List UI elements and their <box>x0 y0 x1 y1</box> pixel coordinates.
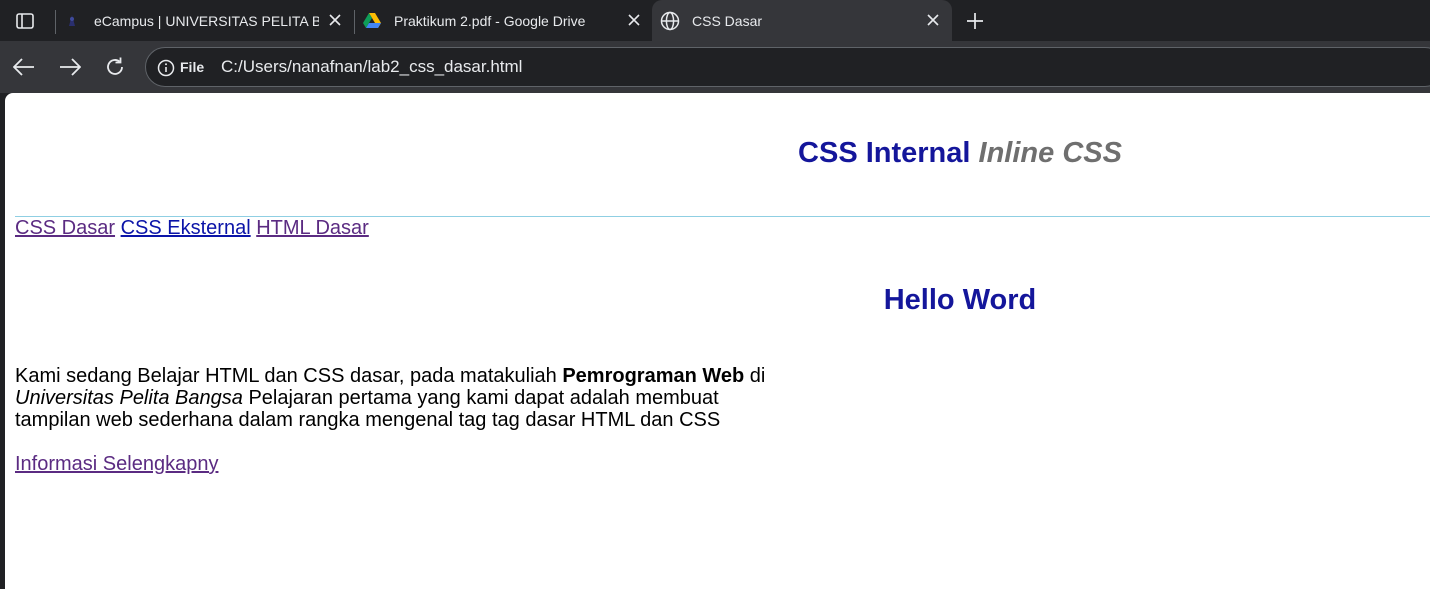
link-css-dasar[interactable]: CSS Dasar <box>15 217 115 239</box>
tab-title: CSS Dasar <box>692 12 763 29</box>
page-viewport: CSS Internal Inline CSS CSS Dasar CSS Ek… <box>5 93 1430 589</box>
link-css-eksternal[interactable]: CSS Eksternal <box>121 217 251 239</box>
new-tab-plus-icon[interactable] <box>962 8 988 34</box>
back-arrow-icon[interactable] <box>11 54 37 80</box>
google-drive-icon <box>362 11 382 31</box>
heading-inline-css: Inline CSS <box>978 137 1122 169</box>
hello-heading: Hello Word <box>883 284 1037 316</box>
page-title: CSS Internal Inline CSS <box>5 137 1430 170</box>
tab-separator <box>55 10 56 34</box>
tab-ecampus[interactable]: eCampus | UNIVERSITAS PELITA B <box>62 0 352 41</box>
tab-title: eCampus | UNIVERSITAS PELITA B <box>94 12 319 29</box>
intro-paragraph: Kami sedang Belajar HTML dan CSS dasar, … <box>15 365 775 431</box>
globe-icon <box>660 11 680 31</box>
link-html-dasar[interactable]: HTML Dasar <box>256 217 369 239</box>
ecampus-favicon <box>62 11 82 31</box>
university-name: Universitas Pelita Bangsa <box>15 387 243 409</box>
more-info-link[interactable]: Informasi Selengkapny <box>15 453 218 476</box>
paragraph-text: di <box>744 365 766 387</box>
heading-css-internal: CSS Internal <box>798 137 971 169</box>
browser-toolbar: File C:/Users/nanafnan/lab2_css_dasar.ht… <box>0 41 1430 93</box>
tab-css-dasar[interactable]: CSS Dasar <box>652 0 952 41</box>
paragraph-text: Kami sedang Belajar HTML dan CSS dasar, … <box>15 365 563 387</box>
close-tab-icon[interactable] <box>624 10 644 30</box>
tab-google-drive[interactable]: Praktikum 2.pdf - Google Drive <box>362 0 652 41</box>
tab-separator <box>354 10 355 34</box>
url-text[interactable]: C:/Users/nanafnan/lab2_css_dasar.html <box>221 57 522 77</box>
close-tab-icon[interactable] <box>325 10 345 30</box>
address-bar[interactable]: File C:/Users/nanafnan/lab2_css_dasar.ht… <box>145 47 1430 87</box>
site-info-icon[interactable] <box>156 58 176 78</box>
tab-strip: eCampus | UNIVERSITAS PELITA B Praktikum… <box>0 0 1430 41</box>
tab-actions-menu-icon[interactable] <box>11 8 39 34</box>
scheme-label: File <box>180 59 205 75</box>
forward-arrow-icon[interactable] <box>57 54 83 80</box>
reload-icon[interactable] <box>102 54 128 80</box>
tab-title: Praktikum 2.pdf - Google Drive <box>394 12 586 29</box>
close-tab-icon[interactable] <box>923 10 943 30</box>
page-nav-links: CSS Dasar CSS Eksternal HTML Dasar <box>15 217 369 240</box>
course-name: Pemrograman Web <box>562 365 745 387</box>
